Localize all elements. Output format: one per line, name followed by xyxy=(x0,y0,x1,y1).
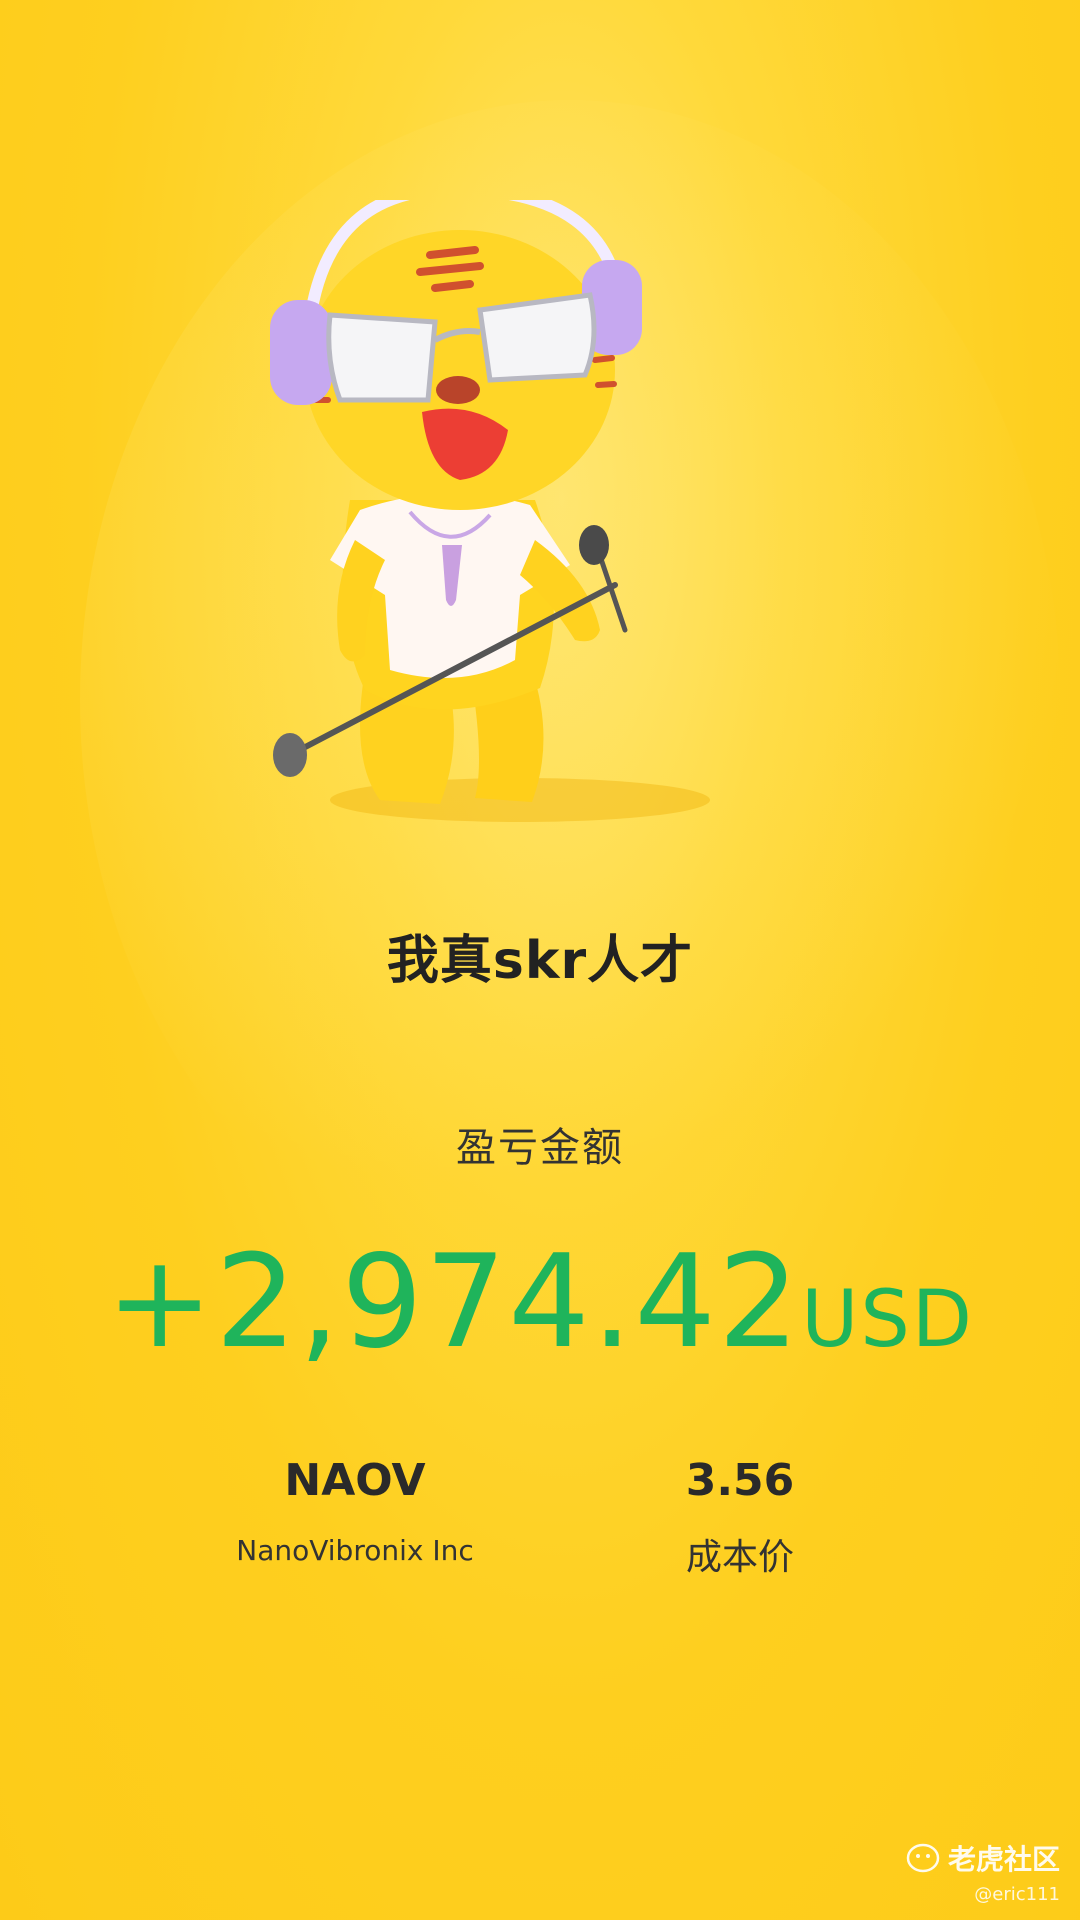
tiger-mascot-icon xyxy=(270,200,710,822)
stock-ticker: NAOV xyxy=(284,1455,426,1506)
watermark: 老虎社区 @eric111 xyxy=(906,1838,1060,1905)
watermark-brand: 老虎社区 xyxy=(947,1843,1060,1876)
stock-info: NAOV NanoVibronix Inc xyxy=(145,1455,565,1567)
pnl-amount: +2,974.42 xyxy=(106,1228,802,1377)
watermark-user: @eric111 xyxy=(974,1884,1060,1905)
cost-label: 成本价 xyxy=(685,1537,794,1578)
cost-info: 3.56 成本价 xyxy=(530,1455,950,1580)
tiger-logo-icon xyxy=(906,1843,940,1873)
pnl-currency: USD xyxy=(801,1275,974,1365)
cost-value: 3.56 xyxy=(685,1455,795,1506)
achievement-title: 我真skr人才 xyxy=(386,931,694,991)
stock-name: NanoVibronix Inc xyxy=(236,1534,474,1567)
pnl-label: 盈亏金额 xyxy=(456,1125,624,1171)
pnl-value: +2,974.42USD xyxy=(0,1228,1080,1377)
